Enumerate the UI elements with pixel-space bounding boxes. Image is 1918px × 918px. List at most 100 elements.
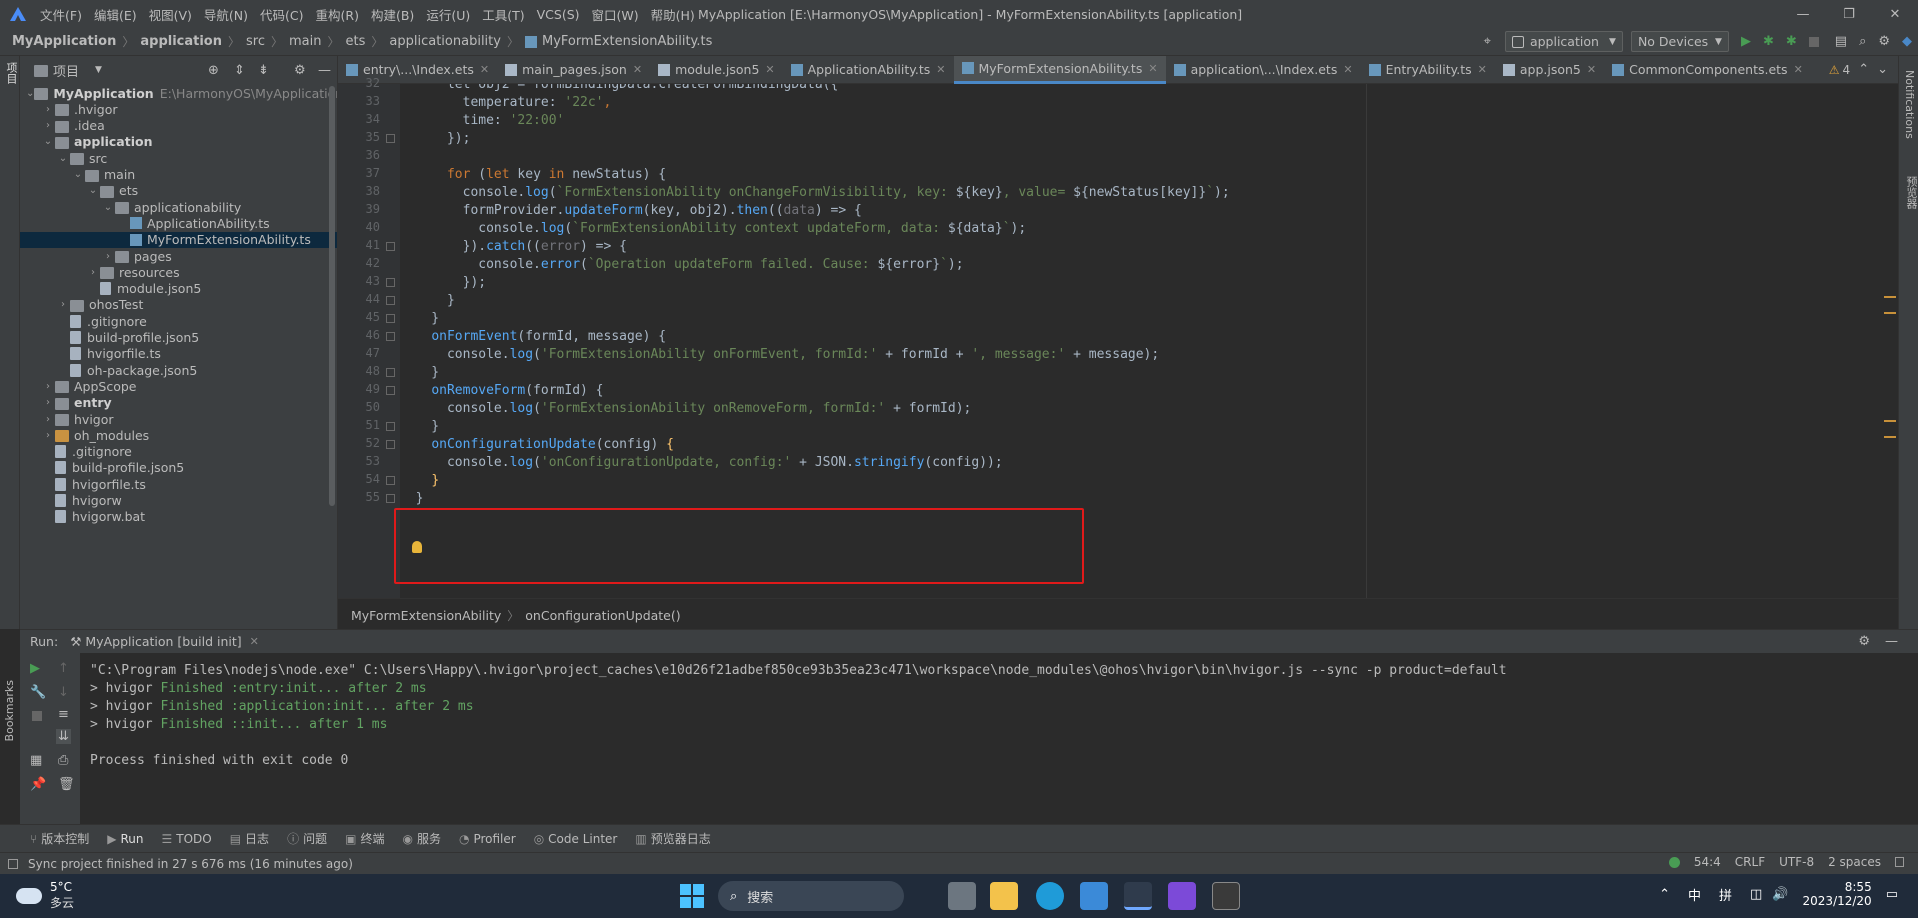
tree-item[interactable]: ⌄ src bbox=[20, 150, 337, 166]
menu-item[interactable]: 视图(V) bbox=[149, 5, 192, 24]
tree-item[interactable]: › AppScope bbox=[20, 378, 337, 394]
breadcrumb-item[interactable]: application bbox=[140, 34, 222, 49]
chevron-up-icon[interactable]: ⌃ bbox=[1659, 887, 1670, 902]
network-icon[interactable]: ◫ bbox=[1750, 887, 1762, 902]
chevron-down-icon[interactable]: ⌄ bbox=[56, 153, 70, 164]
notifications-tool-tab[interactable]: Notifications bbox=[1903, 70, 1916, 139]
tree-item[interactable]: › .idea bbox=[20, 118, 337, 134]
tree-item[interactable]: ⌄ main bbox=[20, 167, 337, 183]
editor-tab[interactable]: ApplicationAbility.ts ✕ bbox=[783, 56, 954, 84]
project-tool-tab[interactable]: 项目 bbox=[3, 62, 19, 84]
menu-item[interactable]: 导航(N) bbox=[204, 5, 248, 24]
tree-item[interactable]: module.json5 bbox=[20, 281, 337, 297]
down-arrow-icon[interactable]: ↓ bbox=[58, 685, 69, 700]
gear-icon[interactable]: ⚙ bbox=[294, 63, 306, 78]
menu-item[interactable]: VCS(S) bbox=[537, 7, 580, 22]
search-icon[interactable]: ⌕ bbox=[1859, 34, 1866, 49]
tree-item[interactable]: build-profile.json5 bbox=[20, 460, 337, 476]
fold-marker-icon[interactable] bbox=[386, 242, 395, 251]
collapse-all-icon[interactable]: ⇟ bbox=[258, 63, 269, 78]
next-highlight-icon[interactable]: ⌄ bbox=[1877, 62, 1888, 77]
fold-marker-icon[interactable] bbox=[386, 476, 395, 485]
target-icon[interactable]: ⌖ bbox=[1484, 34, 1491, 49]
settings-icon[interactable]: ⚙ bbox=[1878, 34, 1890, 49]
device-manager-icon[interactable]: ▤ bbox=[1835, 34, 1847, 49]
editor-tab[interactable]: CommonComponents.ets ✕ bbox=[1604, 56, 1811, 84]
stop-icon[interactable] bbox=[1808, 36, 1819, 47]
clock-date[interactable]: 2023/12/20 bbox=[1803, 894, 1872, 908]
tree-item[interactable]: MyFormExtensionAbility.ts bbox=[20, 231, 337, 248]
caret-position[interactable]: 54:4 bbox=[1694, 855, 1721, 869]
chevron-down-icon[interactable]: ▼ bbox=[95, 65, 102, 75]
breadcrumb-item[interactable]: main bbox=[289, 34, 321, 49]
tool-window-button[interactable]: ◉ 服务 bbox=[402, 830, 441, 847]
menu-item[interactable]: 帮助(H) bbox=[651, 5, 695, 24]
menu-item[interactable]: 重构(R) bbox=[316, 5, 359, 24]
tree-item[interactable]: ⌄ application bbox=[20, 134, 337, 150]
chevron-right-icon[interactable]: › bbox=[41, 430, 55, 441]
tool-window-button[interactable]: ▤ 日志 bbox=[230, 830, 269, 847]
notification-center-icon[interactable]: ▭ bbox=[1886, 887, 1898, 902]
expand-all-icon[interactable]: ⇕ bbox=[234, 63, 245, 78]
deveco-logo-icon[interactable]: ◆ bbox=[1902, 34, 1912, 49]
weather-widget[interactable]: 5°C 多云 bbox=[16, 880, 74, 911]
fold-marker-icon[interactable] bbox=[386, 494, 395, 503]
error-stripe-marker[interactable] bbox=[1884, 312, 1896, 314]
editor-tab[interactable]: module.json5 ✕ bbox=[650, 56, 783, 84]
error-stripe-marker[interactable] bbox=[1884, 296, 1896, 298]
tree-scrollbar[interactable] bbox=[329, 86, 335, 506]
close-window-button[interactable]: ✕ bbox=[1872, 7, 1918, 22]
hide-panel-icon[interactable]: — bbox=[1885, 634, 1898, 649]
file-explorer-icon[interactable] bbox=[990, 882, 1018, 910]
locate-file-icon[interactable]: ⊕ bbox=[208, 63, 219, 78]
line-separator[interactable]: CRLF bbox=[1735, 855, 1765, 869]
tree-item[interactable]: ⌄ applicationability bbox=[20, 199, 337, 215]
visual-studio-icon[interactable] bbox=[1168, 882, 1196, 910]
edge-browser-icon[interactable] bbox=[1036, 882, 1064, 910]
fold-marker-icon[interactable] bbox=[386, 134, 395, 143]
warning-count[interactable]: 4 bbox=[1843, 63, 1851, 77]
fold-marker-icon[interactable] bbox=[386, 332, 395, 341]
menu-item[interactable]: 编辑(E) bbox=[94, 5, 137, 24]
tree-item[interactable]: build-profile.json5 bbox=[20, 330, 337, 346]
pin-icon[interactable]: 📌 bbox=[30, 777, 46, 792]
fold-marker-icon[interactable] bbox=[386, 422, 395, 431]
run-icon[interactable]: ▶ bbox=[1741, 34, 1751, 49]
tree-item[interactable]: › pages bbox=[20, 248, 337, 264]
chevron-down-icon[interactable]: ⌄ bbox=[41, 136, 55, 147]
taskbar-search[interactable]: ⌕ 搜索 bbox=[718, 881, 904, 911]
error-stripe-marker[interactable] bbox=[1884, 420, 1896, 422]
fold-marker-icon[interactable] bbox=[386, 368, 395, 377]
menu-item[interactable]: 代码(C) bbox=[260, 5, 303, 24]
terminal-icon[interactable] bbox=[1212, 882, 1240, 910]
sync-status-icon[interactable] bbox=[1668, 856, 1680, 868]
prev-highlight-icon[interactable]: ⌃ bbox=[1858, 62, 1869, 77]
warning-icon[interactable]: ⚠ bbox=[1829, 63, 1840, 77]
editor-scrollbar[interactable] bbox=[1888, 84, 1898, 598]
status-message[interactable]: Sync project finished in 27 s 676 ms (16… bbox=[28, 857, 353, 871]
editor-tab[interactable]: application\...\Index.ets ✕ bbox=[1166, 56, 1361, 84]
code-breadcrumb-class[interactable]: MyFormExtensionAbility bbox=[351, 608, 501, 623]
indent-setting[interactable]: 2 spaces bbox=[1828, 855, 1881, 869]
menu-item[interactable]: 构建(B) bbox=[371, 5, 414, 24]
close-icon[interactable]: ✕ bbox=[1478, 63, 1487, 76]
stop-icon[interactable] bbox=[32, 711, 42, 721]
error-stripe-marker[interactable] bbox=[1884, 436, 1896, 438]
tree-item[interactable]: .gitignore bbox=[20, 313, 337, 329]
status-toggle-icon[interactable] bbox=[8, 858, 18, 869]
editor-tab[interactable]: EntryAbility.ts ✕ bbox=[1361, 56, 1495, 84]
fold-marker-icon[interactable] bbox=[386, 386, 395, 395]
ime-pinyin[interactable]: 拼 bbox=[1719, 885, 1732, 904]
windows-start-icon[interactable] bbox=[680, 884, 704, 908]
file-encoding[interactable]: UTF-8 bbox=[1779, 855, 1814, 869]
chevron-down-icon[interactable]: ⌄ bbox=[101, 202, 115, 213]
chevron-right-icon[interactable]: › bbox=[101, 251, 115, 262]
run-tab[interactable]: ⚒ MyApplication [build init] ✕ bbox=[70, 634, 259, 649]
editor-tab[interactable]: main_pages.json ✕ bbox=[497, 56, 650, 84]
menu-item[interactable]: 窗口(W) bbox=[592, 5, 639, 24]
tree-item[interactable]: ⌄ ets bbox=[20, 183, 337, 199]
tool-window-button[interactable]: ▣ 终端 bbox=[345, 830, 384, 847]
soft-wrap-icon[interactable]: ≡ bbox=[58, 707, 69, 722]
tool-window-button[interactable]: ▥ 预览器日志 bbox=[635, 830, 710, 847]
close-icon[interactable]: ✕ bbox=[480, 63, 489, 76]
